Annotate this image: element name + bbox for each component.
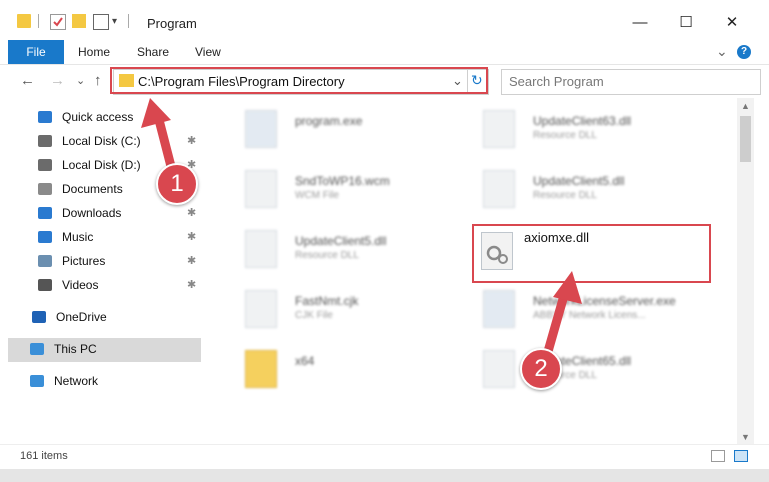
callout-badge-2: 2 xyxy=(520,348,562,390)
callout-badge-1: 1 xyxy=(156,163,198,205)
annotation-arrows xyxy=(141,98,582,367)
